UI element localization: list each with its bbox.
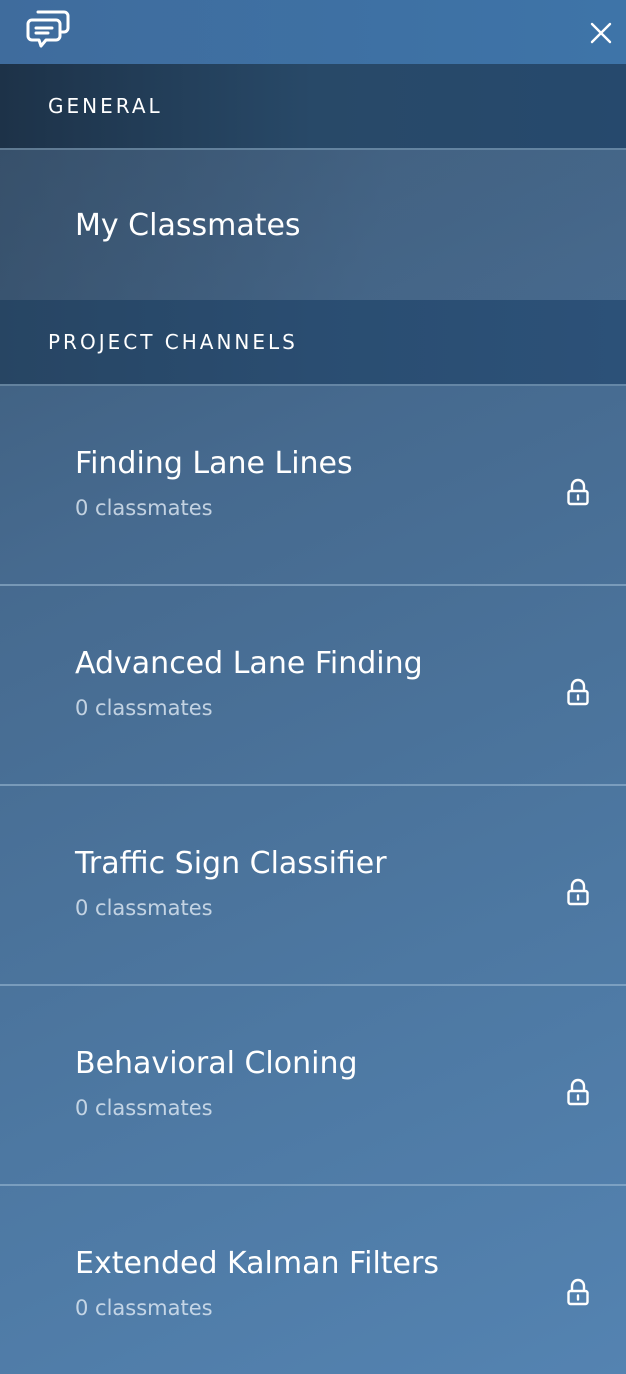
section-title-project-channels: PROJECT CHANNELS — [48, 330, 298, 354]
channel-member-count: 0 classmates — [75, 1096, 213, 1120]
channel-member-count: 0 classmates — [75, 696, 213, 720]
general-item-label: My Classmates — [75, 207, 301, 243]
channel-item-advanced-lane-finding[interactable]: Advanced Lane Finding 0 classmates — [0, 586, 626, 786]
channel-member-count: 0 classmates — [75, 1296, 213, 1320]
channel-title: Behavioral Cloning — [75, 1046, 358, 1081]
channel-title: Traffic Sign Classifier — [75, 846, 387, 881]
lock-icon — [567, 478, 589, 506]
section-header-project-channels: PROJECT CHANNELS — [0, 300, 626, 386]
channel-item-behavioral-cloning[interactable]: Behavioral Cloning 0 classmates — [0, 986, 626, 1186]
lock-icon — [567, 878, 589, 906]
lock-icon — [567, 1278, 589, 1306]
chat-bubbles-icon[interactable] — [26, 8, 72, 52]
channel-item-traffic-sign-classifier[interactable]: Traffic Sign Classifier 0 classmates — [0, 786, 626, 986]
channel-item-finding-lane-lines[interactable]: Finding Lane Lines 0 classmates — [0, 386, 626, 586]
top-bar — [0, 0, 626, 64]
section-header-general: GENERAL — [0, 64, 626, 150]
channel-member-count: 0 classmates — [75, 496, 213, 520]
chat-panel: GENERAL My Classmates PROJECT CHANNELS F… — [0, 0, 626, 1374]
lock-icon — [567, 678, 589, 706]
channel-list: Finding Lane Lines 0 classmates Advanced… — [0, 386, 626, 1374]
channel-item-extended-kalman-filters[interactable]: Extended Kalman Filters 0 classmates — [0, 1186, 626, 1374]
general-item-my-classmates[interactable]: My Classmates — [0, 150, 626, 300]
channel-member-count: 0 classmates — [75, 896, 213, 920]
close-icon[interactable] — [588, 20, 614, 46]
channel-title: Extended Kalman Filters — [75, 1246, 439, 1281]
section-title-general: GENERAL — [48, 94, 163, 118]
lock-icon — [567, 1078, 589, 1106]
channel-title: Finding Lane Lines — [75, 446, 353, 481]
channel-title: Advanced Lane Finding — [75, 646, 423, 681]
